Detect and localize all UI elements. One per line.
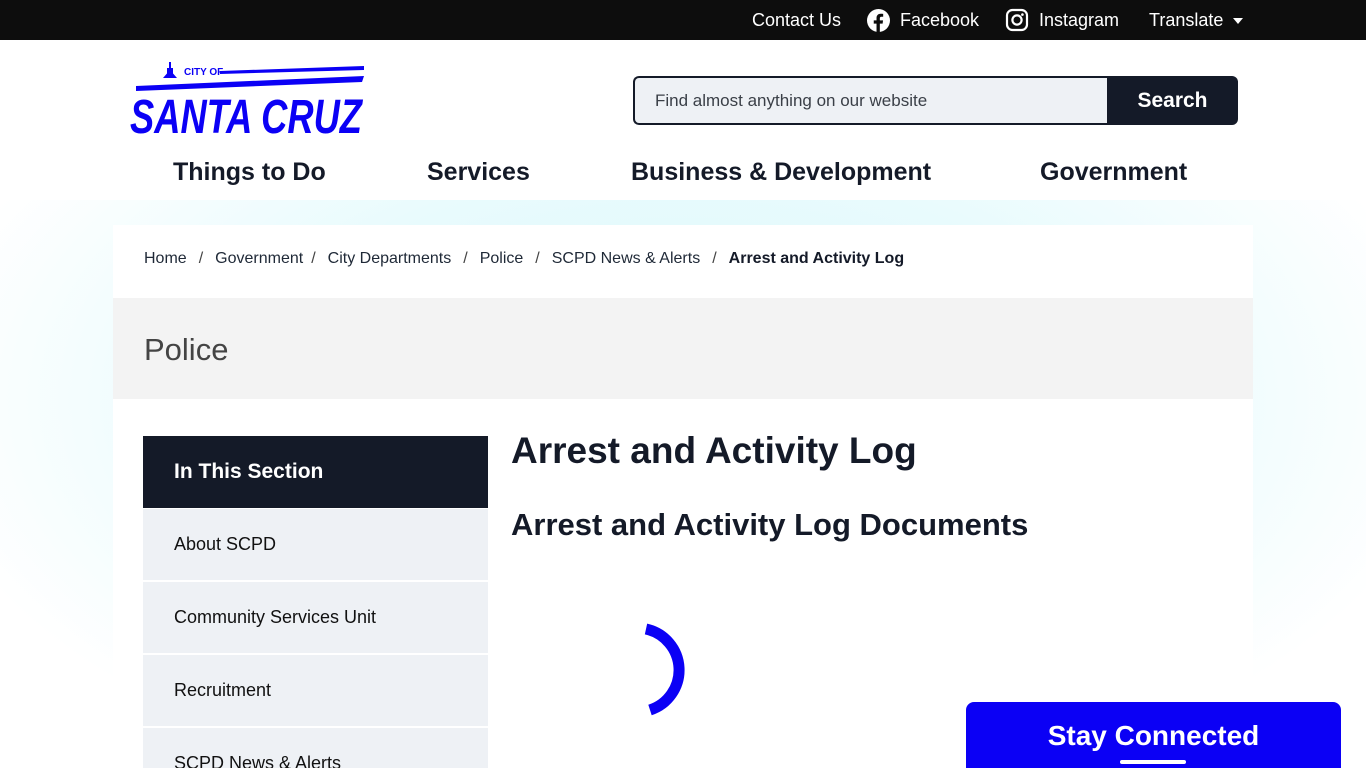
facebook-icon	[867, 8, 890, 32]
breadcrumb-separator: /	[198, 250, 204, 267]
breadcrumb-separator: /	[535, 250, 540, 267]
santa-cruz-logo-icon: CITY OF SANTA CRUZ	[130, 62, 364, 144]
department-title: Police	[144, 332, 229, 367]
breadcrumb-separator: /	[311, 250, 316, 267]
instagram-label: Instagram	[1039, 9, 1120, 30]
stay-connected-label: Stay Connected	[1047, 720, 1260, 751]
translate-label: Translate	[1149, 9, 1224, 30]
loading-spinner-icon	[644, 623, 685, 716]
section-title: Arrest and Activity Log Documents	[511, 507, 1029, 542]
breadcrumb-separator: /	[712, 250, 717, 267]
sidebar-item-label: Recruitment	[174, 680, 272, 700]
nav-business-development[interactable]: Business & Development	[631, 158, 931, 187]
breadcrumb-police[interactable]: Police	[480, 250, 524, 268]
site-header: CITY OF SANTA CRUZ Search Things to Do S…	[0, 40, 1366, 200]
breadcrumb-city-departments[interactable]: City Departments	[328, 250, 452, 268]
instagram-icon	[1005, 8, 1029, 32]
sidebar-item-label: Community Services Unit	[174, 607, 377, 627]
sidebar-item-scpd-news[interactable]: SCPD News & Alerts	[143, 728, 488, 768]
nav-government[interactable]: Government	[1040, 158, 1187, 187]
logo-main-text: SANTA CRUZ	[130, 91, 363, 140]
facebook-label: Facebook	[900, 9, 980, 30]
sidebar-item-community-services[interactable]: Community Services Unit	[143, 582, 488, 653]
search-button[interactable]: Search	[1107, 76, 1238, 125]
stay-connected-underline	[1120, 760, 1186, 764]
sidebar-heading: In This Section	[143, 436, 488, 508]
city-logo[interactable]: CITY OF SANTA CRUZ	[128, 60, 368, 144]
sidebar-item-label: About SCPD	[174, 534, 277, 554]
instagram-link[interactable]: Instagram	[1005, 0, 1119, 40]
contact-us-label: Contact Us	[752, 9, 842, 30]
breadcrumb-scpd-news[interactable]: SCPD News & Alerts	[552, 250, 700, 268]
sidebar-item-recruitment[interactable]: Recruitment	[143, 655, 488, 726]
breadcrumb: Home / Government / City Departments / P…	[144, 250, 904, 268]
utility-bar: Contact Us Facebook Instagram Translate	[0, 0, 1366, 40]
facebook-link[interactable]: Facebook	[867, 0, 979, 40]
breadcrumb-home[interactable]: Home	[144, 250, 187, 268]
caret-down-icon	[1233, 18, 1244, 24]
search-bar: Search	[633, 76, 1238, 125]
nav-services[interactable]: Services	[427, 158, 530, 187]
logo-top-text: CITY OF	[184, 67, 223, 78]
breadcrumb-current: Arrest and Activity Log	[728, 250, 905, 267]
page-title: Arrest and Activity Log	[511, 430, 917, 471]
breadcrumb-separator: /	[463, 250, 468, 267]
breadcrumb-government[interactable]: Government	[215, 250, 303, 268]
stay-connected-button[interactable]: Stay Connected	[966, 702, 1341, 768]
translate-dropdown[interactable]: Translate	[1149, 0, 1244, 40]
sidebar-item-about-scpd[interactable]: About SCPD	[143, 509, 488, 580]
nav-things-to-do[interactable]: Things to Do	[173, 158, 326, 187]
main-navigation: Things to Do Services Business & Develop…	[0, 158, 1366, 198]
department-banner: Police	[113, 298, 1253, 399]
search-input[interactable]	[633, 76, 1107, 125]
contact-us-link[interactable]: Contact Us	[752, 0, 841, 40]
sidebar-item-label: SCPD News & Alerts	[174, 753, 342, 768]
